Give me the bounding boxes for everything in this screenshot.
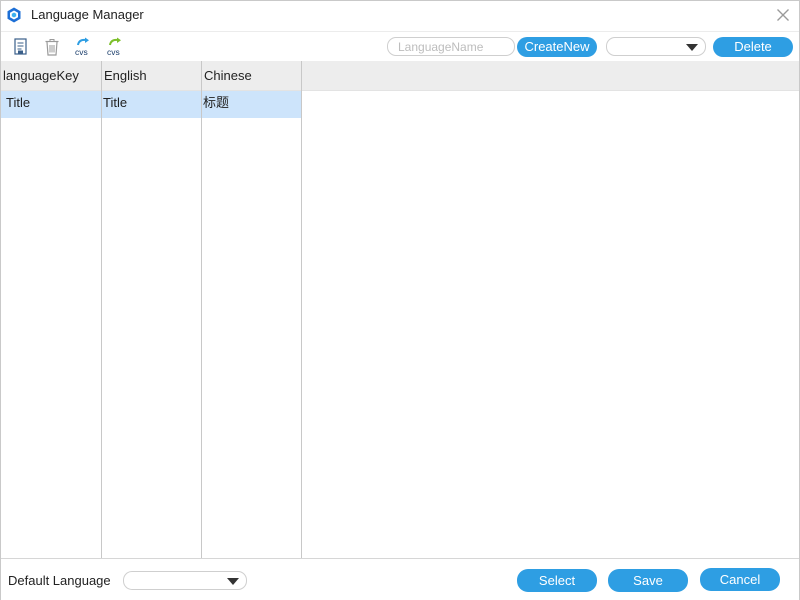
csv-export-label: cvs (107, 47, 120, 57)
cell-languagekey[interactable]: Title (6, 91, 101, 118)
csv-import-icon[interactable]: cvs (74, 37, 94, 57)
column-divider (301, 61, 302, 558)
grid-header: languageKey English Chinese (1, 61, 799, 91)
footer: Default Language Select Save Cancel (1, 558, 799, 600)
default-language-label: Default Language (8, 573, 111, 588)
chevron-down-icon (227, 578, 239, 585)
language-name-input[interactable] (387, 37, 515, 56)
save-button[interactable]: Save (608, 569, 688, 592)
language-grid: languageKey English Chinese Title Title … (1, 61, 799, 558)
trash-icon[interactable] (42, 37, 62, 57)
column-header-english[interactable]: English (102, 61, 202, 90)
chevron-down-icon (686, 44, 698, 51)
close-icon[interactable] (776, 8, 790, 22)
cell-chinese[interactable]: 标题 (203, 91, 301, 118)
create-new-button[interactable]: CreateNew (517, 37, 597, 57)
column-divider (201, 61, 202, 558)
column-divider (101, 61, 102, 558)
new-document-icon[interactable] (11, 37, 31, 57)
language-select[interactable] (606, 37, 706, 56)
window-title: Language Manager (31, 7, 144, 22)
cell-english[interactable]: Title (103, 91, 201, 118)
column-header-languagekey[interactable]: languageKey (1, 61, 102, 90)
default-language-select[interactable] (123, 571, 247, 590)
delete-button[interactable]: Delete (713, 37, 793, 57)
table-row[interactable]: Title Title 标题 (1, 91, 302, 118)
language-manager-window: Language Manager cvs cvs LanguageName Cr… (0, 0, 800, 600)
cancel-button[interactable]: Cancel (700, 568, 780, 591)
column-header-chinese[interactable]: Chinese (202, 61, 302, 90)
csv-import-label: cvs (75, 47, 88, 57)
toolbar: cvs cvs CreateNew Delete (1, 31, 799, 62)
csv-export-icon[interactable]: cvs (106, 37, 126, 57)
select-button[interactable]: Select (517, 569, 597, 592)
app-logo-icon (7, 7, 21, 23)
title-bar: Language Manager (1, 1, 799, 30)
